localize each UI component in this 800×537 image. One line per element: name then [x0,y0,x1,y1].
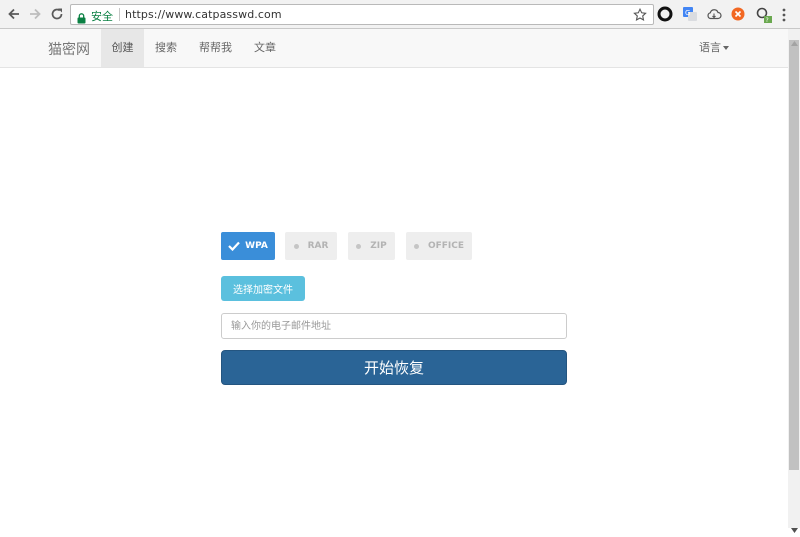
address-separator [119,8,120,21]
cloud-extension-icon[interactable] [706,6,722,22]
circle-extension-icon[interactable] [657,6,673,22]
star-icon[interactable] [633,7,647,26]
nav-help[interactable]: 帮帮我 [188,29,243,67]
lock-icon [77,9,86,28]
svg-text:?: ? [766,17,769,24]
type-office-button[interactable]: OFFICE [406,232,472,260]
type-zip-label: ZIP [370,241,387,251]
type-wpa-button[interactable]: WPA [221,232,275,260]
nav-search[interactable]: 搜索 [144,29,188,67]
scroll-up-icon[interactable] [791,31,798,50]
radio-dot-icon [356,243,362,249]
email-input[interactable] [221,313,567,339]
security-label: 安全 [91,10,113,23]
type-rar-label: RAR [307,241,329,251]
language-dropdown[interactable]: 语言 [699,29,729,67]
search-extension-icon[interactable]: ? [755,6,772,24]
adblock-extension-icon[interactable] [730,6,746,22]
translate-extension-icon[interactable]: G [682,6,698,22]
caret-down-icon [723,46,729,50]
menu-icon[interactable] [782,7,786,26]
address-bar[interactable]: 安全 https://www.catpasswd.com [70,4,654,25]
type-office-label: OFFICE [427,241,465,251]
brand-logo[interactable]: 猫密网 [48,39,90,59]
site-navbar: 猫密网 创建 搜索 帮帮我 文章 语言 [0,29,788,68]
type-wpa-label: WPA [245,241,268,251]
nav-create[interactable]: 创建 [101,29,144,67]
type-zip-button[interactable]: ZIP [348,232,395,260]
url-text[interactable]: https://www.catpasswd.com [125,8,282,21]
forward-icon[interactable] [26,5,44,23]
svg-text:G: G [685,9,690,17]
start-recovery-button[interactable]: 开始恢复 [221,350,567,385]
type-rar-button[interactable]: RAR [285,232,337,260]
checkmark-icon [228,241,240,251]
language-label: 语言 [699,41,721,54]
scrollbar-thumb[interactable] [789,40,799,470]
nav-articles[interactable]: 文章 [243,29,287,67]
radio-dot-icon [293,243,299,249]
radio-dot-icon [413,243,419,249]
browser-toolbar: 安全 https://www.catpasswd.com G ? [0,0,800,29]
choose-file-button[interactable]: 选择加密文件 [221,276,305,301]
reload-icon[interactable] [48,5,66,23]
back-icon[interactable] [5,5,23,23]
